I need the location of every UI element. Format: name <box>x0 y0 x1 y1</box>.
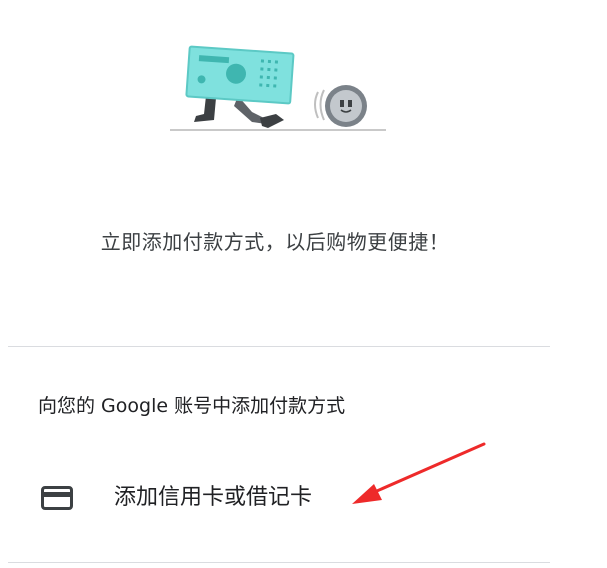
red-arrow-annotation <box>352 442 486 504</box>
add-card-label: 添加信用卡或借记卡 <box>114 485 313 510</box>
add-payment-method-page: 立即添加付款方式，以后购物更便捷！ 向您的 Google 账号中添加付款方式 添… <box>0 0 607 568</box>
running-banknote-illustration <box>170 45 386 131</box>
credit-card-icon <box>41 486 73 510</box>
divider <box>8 562 550 563</box>
section-heading: 向您的 Google 账号中添加付款方式 <box>38 395 346 417</box>
promo-message: 立即添加付款方式，以后购物更便捷！ <box>100 230 450 254</box>
divider <box>8 346 550 347</box>
